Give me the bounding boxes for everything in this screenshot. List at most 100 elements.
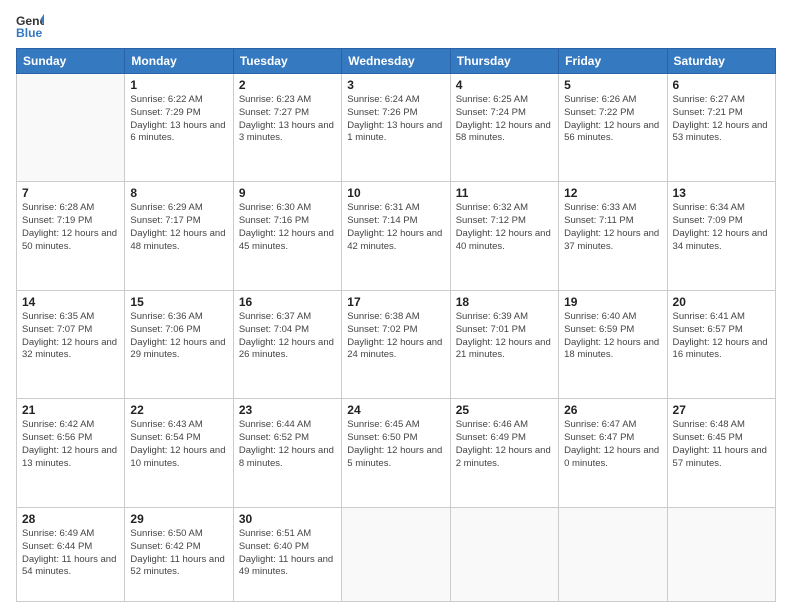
calendar-cell: 27 Sunrise: 6:48 AM Sunset: 6:45 PM Dayli…	[667, 399, 775, 507]
day-number: 12	[564, 186, 661, 200]
day-number: 16	[239, 295, 336, 309]
day-info: Sunrise: 6:26 AM Sunset: 7:22 PM Dayligh…	[564, 94, 661, 145]
day-number: 20	[673, 295, 770, 309]
day-number: 30	[239, 512, 336, 526]
calendar-week-row: 21 Sunrise: 6:42 AM Sunset: 6:56 PM Dayli…	[17, 399, 776, 507]
day-info: Sunrise: 6:23 AM Sunset: 7:27 PM Dayligh…	[239, 94, 336, 145]
logo: General Blue	[16, 12, 44, 40]
day-info: Sunrise: 6:51 AM Sunset: 6:40 PM Dayligh…	[239, 528, 336, 579]
calendar-cell: 15 Sunrise: 6:36 AM Sunset: 7:06 PM Dayli…	[125, 290, 233, 398]
day-info: Sunrise: 6:24 AM Sunset: 7:26 PM Dayligh…	[347, 94, 444, 145]
day-number: 3	[347, 78, 444, 92]
calendar-cell: 10 Sunrise: 6:31 AM Sunset: 7:14 PM Dayli…	[342, 182, 450, 290]
day-number: 28	[22, 512, 119, 526]
calendar-cell: 1Sunrise: 6:22 AM Sunset: 7:29 PM Daylig…	[125, 74, 233, 182]
day-info: Sunrise: 6:25 AM Sunset: 7:24 PM Dayligh…	[456, 94, 553, 145]
weekday-header: Tuesday	[233, 49, 341, 74]
day-info: Sunrise: 6:41 AM Sunset: 6:57 PM Dayligh…	[673, 311, 770, 362]
page: General Blue SundayMondayTuesdayWednesda…	[0, 0, 792, 612]
day-number: 7	[22, 186, 119, 200]
day-info: Sunrise: 6:28 AM Sunset: 7:19 PM Dayligh…	[22, 202, 119, 253]
day-number: 6	[673, 78, 770, 92]
day-number: 25	[456, 403, 553, 417]
day-number: 8	[130, 186, 227, 200]
calendar-cell: 23 Sunrise: 6:44 AM Sunset: 6:52 PM Dayli…	[233, 399, 341, 507]
day-number: 5	[564, 78, 661, 92]
day-number: 21	[22, 403, 119, 417]
day-info: Sunrise: 6:32 AM Sunset: 7:12 PM Dayligh…	[456, 202, 553, 253]
calendar-week-row: 1Sunrise: 6:22 AM Sunset: 7:29 PM Daylig…	[17, 74, 776, 182]
day-number: 10	[347, 186, 444, 200]
calendar-cell: 6Sunrise: 6:27 AM Sunset: 7:21 PM Daylig…	[667, 74, 775, 182]
day-number: 4	[456, 78, 553, 92]
calendar-week-row: 14 Sunrise: 6:35 AM Sunset: 7:07 PM Dayli…	[17, 290, 776, 398]
calendar-cell: 30 Sunrise: 6:51 AM Sunset: 6:40 PM Dayli…	[233, 507, 341, 601]
day-info: Sunrise: 6:34 AM Sunset: 7:09 PM Dayligh…	[673, 202, 770, 253]
logo-icon: General Blue	[16, 12, 44, 40]
weekday-header: Friday	[559, 49, 667, 74]
calendar-cell: 11Sunrise: 6:32 AM Sunset: 7:12 PM Dayli…	[450, 182, 558, 290]
day-number: 14	[22, 295, 119, 309]
day-number: 18	[456, 295, 553, 309]
weekday-header: Saturday	[667, 49, 775, 74]
weekday-header: Thursday	[450, 49, 558, 74]
day-number: 17	[347, 295, 444, 309]
calendar-cell	[667, 507, 775, 601]
calendar-cell: 29 Sunrise: 6:50 AM Sunset: 6:42 PM Dayli…	[125, 507, 233, 601]
day-info: Sunrise: 6:37 AM Sunset: 7:04 PM Dayligh…	[239, 311, 336, 362]
calendar-cell: 13Sunrise: 6:34 AM Sunset: 7:09 PM Dayli…	[667, 182, 775, 290]
calendar-cell: 16 Sunrise: 6:37 AM Sunset: 7:04 PM Dayli…	[233, 290, 341, 398]
calendar-cell: 21 Sunrise: 6:42 AM Sunset: 6:56 PM Dayli…	[17, 399, 125, 507]
day-info: Sunrise: 6:35 AM Sunset: 7:07 PM Dayligh…	[22, 311, 119, 362]
day-info: Sunrise: 6:36 AM Sunset: 7:06 PM Dayligh…	[130, 311, 227, 362]
calendar-cell: 26Sunrise: 6:47 AM Sunset: 6:47 PM Dayli…	[559, 399, 667, 507]
calendar-cell: 25 Sunrise: 6:46 AM Sunset: 6:49 PM Dayli…	[450, 399, 558, 507]
day-number: 2	[239, 78, 336, 92]
calendar-cell: 2 Sunrise: 6:23 AM Sunset: 7:27 PM Daylig…	[233, 74, 341, 182]
day-info: Sunrise: 6:47 AM Sunset: 6:47 PM Dayligh…	[564, 419, 661, 470]
day-number: 15	[130, 295, 227, 309]
day-number: 19	[564, 295, 661, 309]
svg-text:Blue: Blue	[16, 26, 43, 40]
calendar-cell: 17 Sunrise: 6:38 AM Sunset: 7:02 PM Dayli…	[342, 290, 450, 398]
day-number: 27	[673, 403, 770, 417]
day-info: Sunrise: 6:42 AM Sunset: 6:56 PM Dayligh…	[22, 419, 119, 470]
calendar-header-row: SundayMondayTuesdayWednesdayThursdayFrid…	[17, 49, 776, 74]
calendar-week-row: 28 Sunrise: 6:49 AM Sunset: 6:44 PM Dayli…	[17, 507, 776, 601]
calendar-cell: 9Sunrise: 6:30 AM Sunset: 7:16 PM Daylig…	[233, 182, 341, 290]
day-info: Sunrise: 6:48 AM Sunset: 6:45 PM Dayligh…	[673, 419, 770, 470]
calendar-cell: 20 Sunrise: 6:41 AM Sunset: 6:57 PM Dayli…	[667, 290, 775, 398]
day-info: Sunrise: 6:22 AM Sunset: 7:29 PM Dayligh…	[130, 94, 227, 145]
day-number: 29	[130, 512, 227, 526]
day-info: Sunrise: 6:29 AM Sunset: 7:17 PM Dayligh…	[130, 202, 227, 253]
day-info: Sunrise: 6:33 AM Sunset: 7:11 PM Dayligh…	[564, 202, 661, 253]
calendar-cell: 5 Sunrise: 6:26 AM Sunset: 7:22 PM Daylig…	[559, 74, 667, 182]
day-info: Sunrise: 6:30 AM Sunset: 7:16 PM Dayligh…	[239, 202, 336, 253]
calendar-cell	[342, 507, 450, 601]
header: General Blue	[16, 12, 776, 40]
calendar-cell: 14 Sunrise: 6:35 AM Sunset: 7:07 PM Dayli…	[17, 290, 125, 398]
calendar-cell: 22 Sunrise: 6:43 AM Sunset: 6:54 PM Dayli…	[125, 399, 233, 507]
day-info: Sunrise: 6:46 AM Sunset: 6:49 PM Dayligh…	[456, 419, 553, 470]
calendar-cell: 28 Sunrise: 6:49 AM Sunset: 6:44 PM Dayli…	[17, 507, 125, 601]
calendar-cell: 18 Sunrise: 6:39 AM Sunset: 7:01 PM Dayli…	[450, 290, 558, 398]
calendar-cell: 24Sunrise: 6:45 AM Sunset: 6:50 PM Dayli…	[342, 399, 450, 507]
weekday-header: Sunday	[17, 49, 125, 74]
day-info: Sunrise: 6:38 AM Sunset: 7:02 PM Dayligh…	[347, 311, 444, 362]
day-info: Sunrise: 6:49 AM Sunset: 6:44 PM Dayligh…	[22, 528, 119, 579]
calendar-cell	[17, 74, 125, 182]
weekday-header: Monday	[125, 49, 233, 74]
day-info: Sunrise: 6:39 AM Sunset: 7:01 PM Dayligh…	[456, 311, 553, 362]
calendar-table: SundayMondayTuesdayWednesdayThursdayFrid…	[16, 48, 776, 602]
calendar-cell: 12 Sunrise: 6:33 AM Sunset: 7:11 PM Dayli…	[559, 182, 667, 290]
day-info: Sunrise: 6:31 AM Sunset: 7:14 PM Dayligh…	[347, 202, 444, 253]
day-info: Sunrise: 6:50 AM Sunset: 6:42 PM Dayligh…	[130, 528, 227, 579]
calendar-cell: 7 Sunrise: 6:28 AM Sunset: 7:19 PM Daylig…	[17, 182, 125, 290]
day-number: 23	[239, 403, 336, 417]
day-info: Sunrise: 6:40 AM Sunset: 6:59 PM Dayligh…	[564, 311, 661, 362]
weekday-header: Wednesday	[342, 49, 450, 74]
day-number: 22	[130, 403, 227, 417]
calendar-cell: 4 Sunrise: 6:25 AM Sunset: 7:24 PM Daylig…	[450, 74, 558, 182]
day-info: Sunrise: 6:44 AM Sunset: 6:52 PM Dayligh…	[239, 419, 336, 470]
day-info: Sunrise: 6:43 AM Sunset: 6:54 PM Dayligh…	[130, 419, 227, 470]
